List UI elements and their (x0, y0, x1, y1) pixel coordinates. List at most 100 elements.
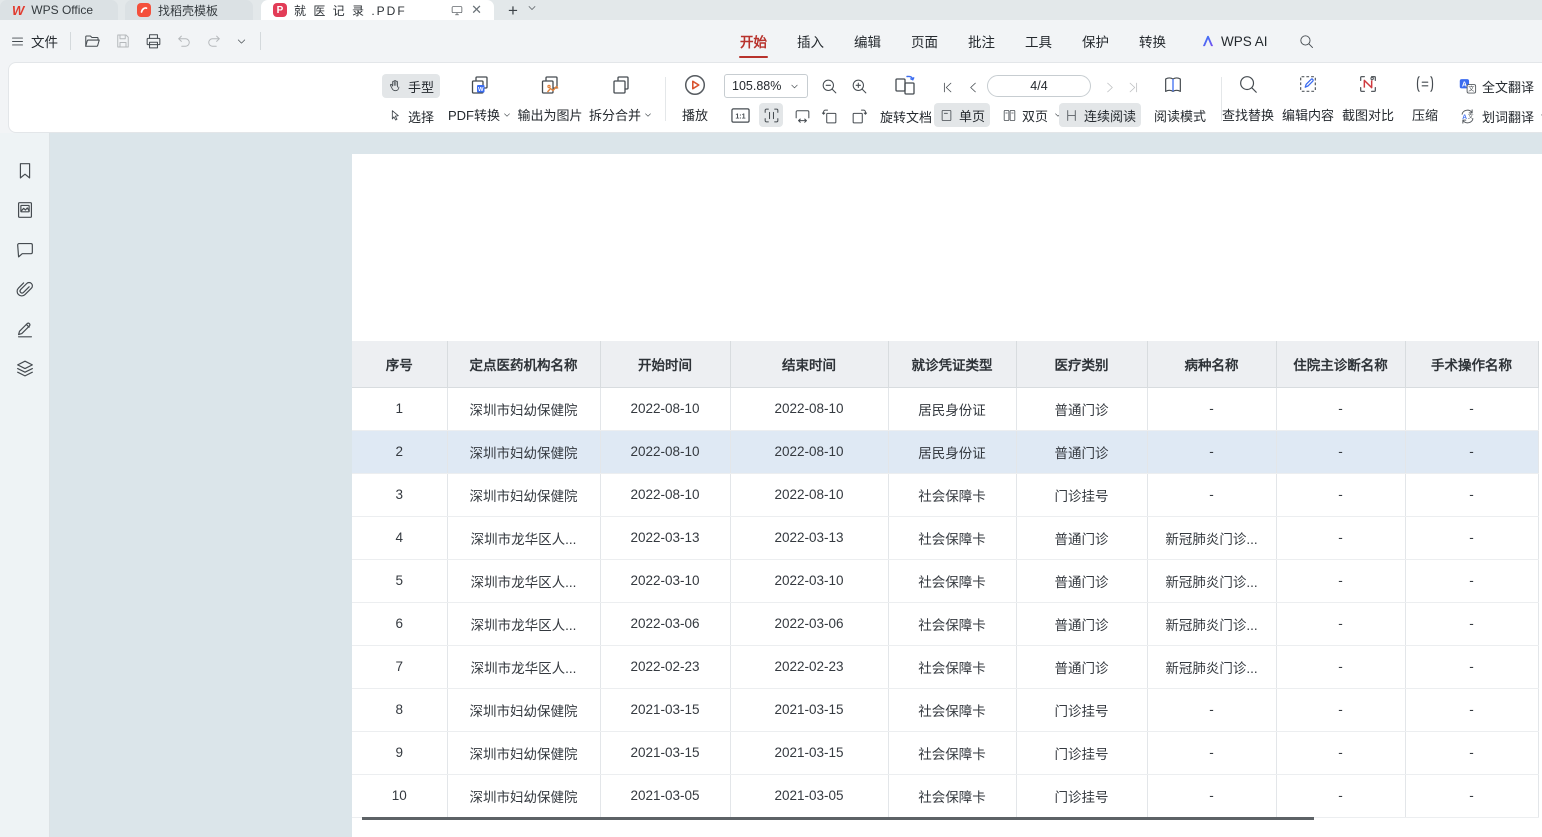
menu-item-edit[interactable]: 编辑 (854, 31, 881, 51)
table-row[interactable]: 2深圳市妇幼保健院2022-08-102022-08-10居民身份证普通门诊--… (352, 430, 1538, 473)
fit-page-button[interactable] (759, 103, 783, 127)
last-page-button[interactable] (1121, 75, 1145, 99)
previous-page-button[interactable] (961, 75, 985, 99)
comment-icon[interactable] (14, 239, 36, 261)
table-cell: 新冠肺炎门诊... (1147, 559, 1276, 602)
menu-item-home[interactable]: 开始 (740, 31, 767, 51)
menu-item-insert[interactable]: 插入 (797, 31, 824, 51)
fit-width-button[interactable] (790, 103, 814, 127)
tab-home-label: WPS Office (31, 3, 93, 17)
print-icon[interactable] (144, 32, 163, 51)
tab-docer-templates[interactable]: 找稻壳模板 (125, 0, 253, 20)
menu-item-comment[interactable]: 批注 (968, 31, 995, 51)
zoom-level-select[interactable]: 105.88% (724, 74, 808, 98)
table-cell: - (1276, 688, 1405, 731)
zoom-in-button[interactable] (847, 74, 871, 98)
table-cell: 9 (352, 731, 447, 774)
play-button[interactable]: 播放 (673, 70, 717, 126)
table-cell: - (1405, 387, 1538, 430)
read-mode-button[interactable]: 阅读模式 (1149, 103, 1211, 127)
edit-content-label: 编辑内容 (1282, 105, 1334, 124)
tab-list-chevron-icon[interactable] (526, 1, 538, 19)
word-translate-button[interactable]: A文 划词翻译 (1453, 104, 1542, 128)
single-page-button[interactable]: 单页 (934, 103, 990, 127)
table-cell: 居民身份证 (888, 430, 1016, 473)
table-cell: 2022-08-10 (730, 387, 888, 430)
bookmark-icon[interactable] (14, 160, 36, 182)
menu-item-convert[interactable]: 转换 (1139, 31, 1166, 51)
edit-content-button[interactable]: 编辑内容 (1275, 70, 1341, 126)
attachment-icon[interactable] (14, 279, 36, 301)
table-cell: 社会保障卡 (888, 731, 1016, 774)
one-to-one-icon: 1:1 (730, 106, 751, 125)
menu-item-page[interactable]: 页面 (911, 31, 938, 51)
menu-item-tools[interactable]: 工具 (1025, 31, 1052, 51)
redo-icon[interactable] (205, 32, 223, 50)
new-tab-button[interactable]: + (508, 2, 518, 19)
tab-wps-home[interactable]: W WPS Office (0, 0, 118, 20)
close-tab-icon[interactable]: ✕ (471, 2, 482, 18)
table-cell: 2022-08-10 (600, 430, 730, 473)
rotate-right-button[interactable] (847, 104, 871, 128)
next-page-button[interactable] (1097, 75, 1121, 99)
compress-button[interactable]: 压缩 (1399, 70, 1451, 126)
left-panel-rail (0, 133, 50, 837)
thumbnail-icon[interactable] (14, 199, 36, 221)
tab-document-active[interactable]: P 就 医 记 录 .PDF ✕ (261, 0, 494, 20)
table-header-row: 序号定点医药机构名称开始时间结束时间就诊凭证类型医疗类别病种名称住院主诊断名称手… (352, 341, 1538, 387)
reading-layout-button[interactable] (1161, 73, 1185, 97)
layers-icon[interactable] (14, 358, 36, 380)
find-replace-button[interactable]: 查找替换 (1215, 70, 1281, 126)
word-translate-icon: A文 (1458, 108, 1477, 125)
undo-icon[interactable] (175, 32, 193, 50)
double-page-button[interactable]: 双页 (997, 103, 1068, 127)
table-row[interactable]: 7深圳市龙华区人...2022-02-232022-02-23社会保障卡普通门诊… (352, 645, 1538, 688)
page-number-input[interactable]: 4/4 (987, 75, 1091, 97)
document-view[interactable]: 序号定点医药机构名称开始时间结束时间就诊凭证类型医疗类别病种名称住院主诊断名称手… (51, 133, 1542, 837)
quick-access-chevron-icon[interactable] (235, 35, 248, 48)
menu-item-protect[interactable]: 保护 (1082, 31, 1109, 51)
table-cell: - (1276, 774, 1405, 817)
file-menu-button[interactable]: 文件 (10, 31, 58, 51)
table-cell: 社会保障卡 (888, 473, 1016, 516)
table-row[interactable]: 3深圳市妇幼保健院2022-08-102022-08-10社会保障卡门诊挂号--… (352, 473, 1538, 516)
table-cell: - (1405, 645, 1538, 688)
select-tool-button[interactable]: 选择 (382, 104, 440, 128)
table-cell: - (1147, 688, 1276, 731)
table-row[interactable]: 9深圳市妇幼保健院2021-03-152021-03-15社会保障卡门诊挂号--… (352, 731, 1538, 774)
rotate-left-button[interactable] (817, 104, 841, 128)
table-row[interactable]: 1深圳市妇幼保健院2022-08-102022-08-10居民身份证普通门诊--… (352, 387, 1538, 430)
replace-pages-button[interactable] (891, 73, 919, 97)
screenshot-compare-button[interactable]: 截图对比 (1335, 70, 1401, 126)
table-cell: - (1405, 516, 1538, 559)
table-cell: - (1405, 602, 1538, 645)
wps-logo-icon: W (12, 3, 24, 18)
first-page-button[interactable] (935, 75, 959, 99)
table-row[interactable]: 8深圳市妇幼保健院2021-03-152021-03-15社会保障卡门诊挂号--… (352, 688, 1538, 731)
table-row[interactable]: 6深圳市龙华区人...2022-03-062022-03-06社会保障卡普通门诊… (352, 602, 1538, 645)
table-row[interactable]: 5深圳市龙华区人...2022-03-102022-03-10社会保障卡普通门诊… (352, 559, 1538, 602)
table-cell: 深圳市妇幼保健院 (447, 430, 600, 473)
chevron-down-icon (643, 110, 653, 120)
table-row[interactable]: 4深圳市龙华区人...2022-03-132022-03-13社会保障卡普通门诊… (352, 516, 1538, 559)
rotate-document-button[interactable]: 旋转文档 (875, 104, 937, 128)
wps-ai-button[interactable]: WPS AI (1200, 34, 1268, 49)
actual-size-button[interactable]: 1:1 (728, 103, 752, 127)
table-cell: 普通门诊 (1016, 645, 1147, 688)
save-icon[interactable] (114, 32, 132, 50)
column-header: 手术操作名称 (1405, 341, 1538, 387)
table-cell: - (1147, 387, 1276, 430)
signature-icon[interactable] (14, 318, 36, 340)
hand-tool-label: 手型 (408, 77, 434, 96)
compress-icon (1413, 73, 1437, 95)
continuous-read-button[interactable]: 连续阅读 (1059, 103, 1141, 127)
open-folder-icon[interactable] (83, 32, 102, 51)
table-row[interactable]: 10深圳市妇幼保健院2021-03-052021-03-05社会保障卡门诊挂号-… (352, 774, 1538, 817)
split-merge-button[interactable]: 拆分合并 (580, 70, 662, 126)
table-bottom-border (362, 817, 1314, 820)
search-icon[interactable] (1298, 33, 1315, 50)
hand-tool-button[interactable]: 手型 (382, 74, 440, 98)
column-header: 就诊凭证类型 (888, 341, 1016, 387)
full-text-translate-button[interactable]: A文 全文翻译 (1453, 74, 1539, 98)
zoom-out-button[interactable] (817, 74, 841, 98)
